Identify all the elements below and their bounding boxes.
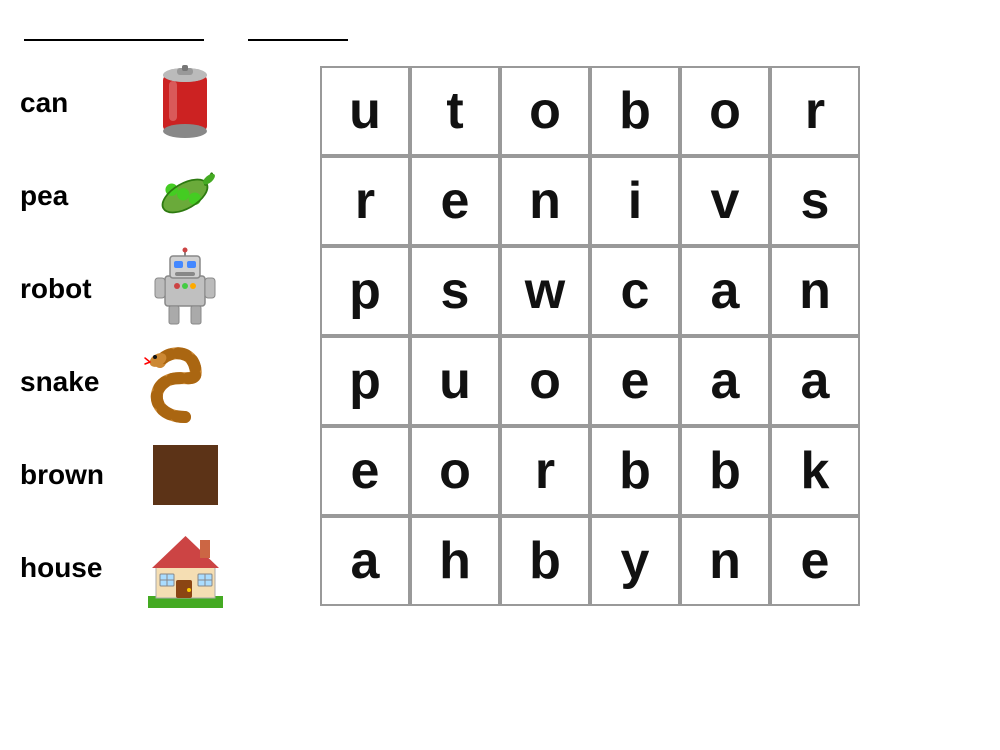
grid-cell-4-5[interactable]: k — [770, 426, 860, 516]
word-row-pea: pea — [20, 149, 290, 242]
name-field — [20, 18, 204, 41]
word-label-brown: brown — [20, 459, 130, 491]
word-label-snake: snake — [20, 366, 130, 398]
grid-cell-2-0[interactable]: p — [320, 246, 410, 336]
grid-cell-2-2[interactable]: w — [500, 246, 590, 336]
image-house — [140, 528, 230, 608]
word-row-brown: brown — [20, 428, 290, 521]
grid-cell-2-4[interactable]: a — [680, 246, 770, 336]
grid-cell-1-4[interactable]: v — [680, 156, 770, 246]
word-list: can p — [20, 56, 290, 614]
image-pea — [140, 156, 230, 236]
grid-cell-2-5[interactable]: n — [770, 246, 860, 336]
word-search-grid: utoborrenivspswcanpuoeaaeorbbkahbyne — [320, 66, 860, 614]
grid-cell-3-0[interactable]: p — [320, 336, 410, 426]
grid-cell-1-2[interactable]: n — [500, 156, 590, 246]
image-can — [140, 63, 230, 143]
grid-cell-3-3[interactable]: e — [590, 336, 680, 426]
grid-cell-0-0[interactable]: u — [320, 66, 410, 156]
grid-cell-1-3[interactable]: i — [590, 156, 680, 246]
grid-cell-1-0[interactable]: r — [320, 156, 410, 246]
grid-cell-0-1[interactable]: t — [410, 66, 500, 156]
grid-cell-4-4[interactable]: b — [680, 426, 770, 516]
date-field — [244, 18, 348, 41]
word-row-robot: robot — [20, 242, 290, 335]
grid-cell-5-2[interactable]: b — [500, 516, 590, 606]
date-input-line[interactable] — [248, 18, 348, 41]
word-row-house: house — [20, 521, 290, 614]
word-label-robot: robot — [20, 273, 130, 305]
image-snake — [140, 342, 230, 422]
image-robot — [140, 249, 230, 329]
main-content: can p — [0, 46, 1000, 624]
grid-cell-3-5[interactable]: a — [770, 336, 860, 426]
grid-cell-4-0[interactable]: e — [320, 426, 410, 516]
grid-cell-5-3[interactable]: y — [590, 516, 680, 606]
grid-cell-2-1[interactable]: s — [410, 246, 500, 336]
grid-cell-4-3[interactable]: b — [590, 426, 680, 516]
grid-cell-1-5[interactable]: s — [770, 156, 860, 246]
grid-cell-5-1[interactable]: h — [410, 516, 500, 606]
header — [0, 0, 1000, 46]
grid-cell-4-1[interactable]: o — [410, 426, 500, 516]
grid-cell-0-4[interactable]: o — [680, 66, 770, 156]
word-row-can: can — [20, 56, 290, 149]
word-row-snake: snake — [20, 335, 290, 428]
word-label-house: house — [20, 552, 130, 584]
grid-cell-0-5[interactable]: r — [770, 66, 860, 156]
grid-cell-2-3[interactable]: c — [590, 246, 680, 336]
grid-cell-5-4[interactable]: n — [680, 516, 770, 606]
name-input-line[interactable] — [24, 18, 204, 41]
word-label-pea: pea — [20, 180, 130, 212]
grid-cell-1-1[interactable]: e — [410, 156, 500, 246]
image-brown — [140, 435, 230, 515]
grid-cell-3-4[interactable]: a — [680, 336, 770, 426]
grid-cell-0-2[interactable]: o — [500, 66, 590, 156]
grid-cell-0-3[interactable]: b — [590, 66, 680, 156]
grid-cell-3-2[interactable]: o — [500, 336, 590, 426]
grid-cell-4-2[interactable]: r — [500, 426, 590, 516]
grid-cell-3-1[interactable]: u — [410, 336, 500, 426]
word-label-can: can — [20, 87, 130, 119]
grid-cell-5-5[interactable]: e — [770, 516, 860, 606]
grid-cell-5-0[interactable]: a — [320, 516, 410, 606]
